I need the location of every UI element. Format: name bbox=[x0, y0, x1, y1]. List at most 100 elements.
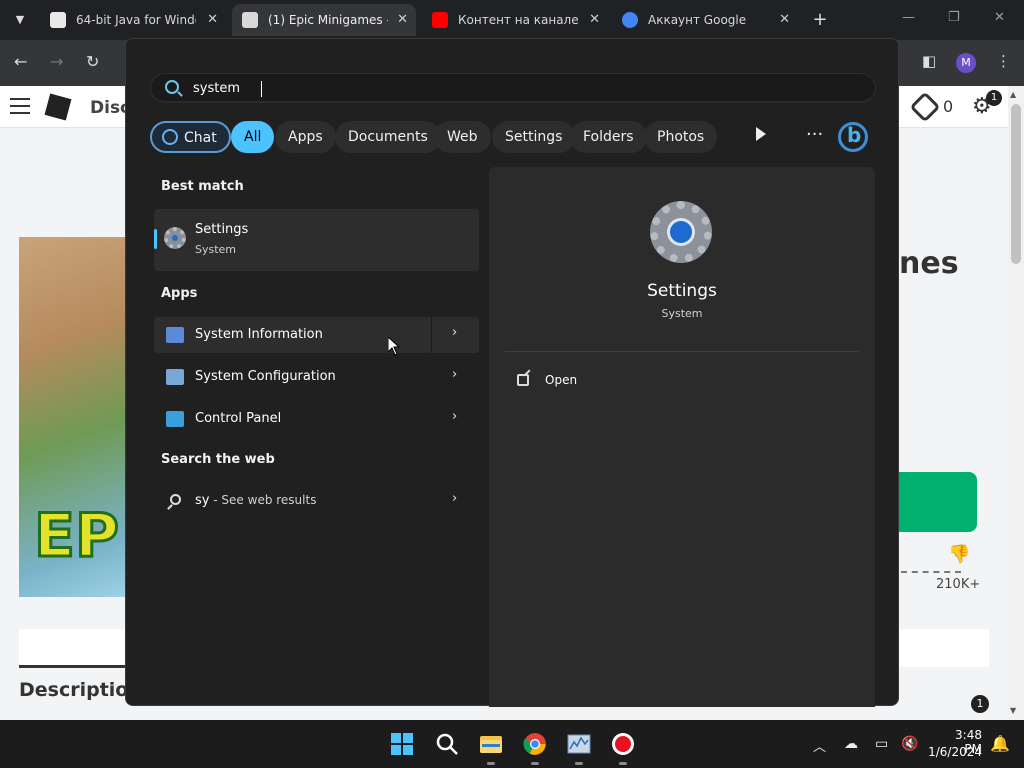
tab-title: (1) Epic Minigames - R bbox=[268, 13, 388, 27]
more-filters-play-icon[interactable] bbox=[756, 127, 766, 141]
restore-icon[interactable]: ❐ bbox=[948, 10, 960, 25]
tab-java[interactable]: 64-bit Java for Window ✕ bbox=[40, 4, 226, 36]
search-input[interactable] bbox=[193, 78, 853, 98]
search-icon[interactable] bbox=[435, 732, 459, 756]
roblox-logo-icon[interactable] bbox=[44, 93, 72, 121]
filter-label: Web bbox=[447, 129, 478, 145]
browser-tab-strip: ▼ 64-bit Java for Window ✕ (1) Epic Mini… bbox=[0, 0, 1024, 40]
running-indicator bbox=[531, 762, 539, 765]
filter-label: Apps bbox=[288, 129, 323, 145]
tab-close-icon[interactable]: ✕ bbox=[397, 4, 408, 36]
app-label: System Configuration bbox=[195, 369, 336, 384]
tab-epic-minigames[interactable]: (1) Epic Minigames - R ✕ bbox=[232, 4, 416, 36]
scroll-down-icon[interactable]: ▼ bbox=[1010, 706, 1016, 715]
app-label: Control Panel bbox=[195, 411, 282, 426]
hamburger-menu-icon[interactable] bbox=[10, 98, 30, 114]
filter-apps[interactable]: Apps bbox=[275, 121, 336, 153]
chevron-right-icon[interactable]: › bbox=[452, 325, 457, 340]
tab-title: Контент на канале - Y bbox=[458, 13, 578, 27]
clock-date[interactable]: 1/6/2024 bbox=[928, 745, 982, 759]
scrollbar-thumb[interactable] bbox=[1011, 104, 1021, 264]
running-indicator bbox=[487, 762, 495, 765]
tab-youtube[interactable]: Контент на канале - Y ✕ bbox=[422, 4, 608, 36]
thumbs-down-icon[interactable]: 👎 bbox=[948, 544, 970, 565]
filter-label: Settings bbox=[505, 129, 563, 145]
search-web-heading: Search the web bbox=[161, 452, 275, 467]
system-information-icon bbox=[166, 327, 184, 343]
chrome-icon[interactable] bbox=[523, 732, 547, 756]
resource-monitor-icon[interactable] bbox=[567, 732, 591, 756]
rating-bar bbox=[901, 571, 961, 573]
scroll-up-icon[interactable]: ▲ bbox=[1010, 90, 1016, 99]
filter-label: Chat bbox=[184, 130, 217, 146]
windows-taskbar: ︿ ☁ ▭ 🔇 3:48 PM 1/6/2024 🔔 bbox=[0, 720, 1024, 768]
java-favicon-icon bbox=[50, 12, 66, 28]
play-button[interactable] bbox=[896, 472, 977, 532]
open-external-icon bbox=[517, 374, 529, 386]
onedrive-cloud-icon[interactable]: ☁ bbox=[844, 736, 858, 752]
windows-start-icon[interactable] bbox=[390, 732, 414, 756]
web-query-suffix: - See web results bbox=[209, 493, 317, 507]
reload-icon[interactable]: ↻ bbox=[86, 52, 99, 71]
row-divider bbox=[431, 317, 432, 353]
open-action[interactable]: Open bbox=[505, 367, 859, 395]
filter-label: Documents bbox=[348, 129, 428, 145]
vote-count: 210K+ bbox=[936, 577, 981, 592]
app-result-system-configuration[interactable]: System Configuration › bbox=[154, 359, 479, 395]
youtube-favicon-icon bbox=[432, 12, 448, 28]
new-tab-plus-icon[interactable]: + bbox=[808, 8, 832, 32]
text-caret bbox=[261, 81, 262, 97]
tab-close-icon[interactable]: ✕ bbox=[589, 4, 600, 36]
filter-folders[interactable]: Folders bbox=[570, 121, 647, 153]
more-options-icon[interactable]: ··· bbox=[806, 121, 823, 149]
back-arrow-icon[interactable]: ← bbox=[14, 52, 27, 71]
screen-recorder-icon[interactable] bbox=[611, 732, 635, 756]
bing-icon[interactable] bbox=[838, 122, 868, 152]
filter-chat[interactable]: Chat bbox=[150, 121, 231, 153]
filter-photos[interactable]: Photos bbox=[644, 121, 718, 153]
tab-close-icon[interactable]: ✕ bbox=[779, 4, 790, 36]
minimize-icon[interactable]: — bbox=[902, 10, 915, 25]
notification-bell-icon[interactable]: 🔔 bbox=[990, 734, 1010, 753]
web-search-result[interactable]: sy - See web results › bbox=[154, 483, 479, 519]
roblox-favicon-icon bbox=[242, 12, 258, 28]
filter-settings[interactable]: Settings bbox=[492, 121, 576, 153]
chevron-right-icon[interactable]: › bbox=[452, 409, 457, 424]
profile-avatar[interactable]: M bbox=[956, 53, 976, 73]
file-explorer-icon[interactable] bbox=[479, 732, 503, 756]
filter-label: Photos bbox=[657, 129, 705, 145]
volume-muted-icon[interactable]: 🔇 bbox=[901, 736, 918, 752]
forward-arrow-icon[interactable]: → bbox=[50, 52, 63, 71]
web-query: sy - See web results bbox=[195, 493, 316, 508]
best-match-result[interactable]: Settings System bbox=[154, 209, 479, 271]
filter-documents[interactable]: Documents bbox=[335, 121, 441, 153]
tab-close-icon[interactable]: ✕ bbox=[207, 4, 218, 36]
chevron-right-icon[interactable]: › bbox=[452, 367, 457, 382]
preview-pane: Settings System Open bbox=[489, 167, 875, 707]
active-tab-underline bbox=[19, 665, 129, 668]
result-subtitle: System bbox=[195, 243, 237, 256]
thumbnail-logo-text: EP bbox=[33, 500, 121, 573]
bing-chat-icon bbox=[162, 129, 178, 145]
open-label: Open bbox=[545, 373, 578, 387]
preview-divider bbox=[505, 351, 859, 352]
search-filters: Chat All Apps Documents Web Settings Fol… bbox=[150, 121, 880, 153]
chevron-right-icon[interactable]: › bbox=[452, 491, 457, 506]
app-result-control-panel[interactable]: Control Panel › bbox=[154, 401, 479, 437]
app-result-system-information[interactable]: System Information › bbox=[154, 317, 479, 353]
best-match-heading: Best match bbox=[161, 179, 244, 194]
chevron-up-icon[interactable]: ︿ bbox=[813, 736, 826, 755]
filter-web[interactable]: Web bbox=[434, 121, 491, 153]
tab-search-chevron-icon[interactable]: ▼ bbox=[8, 8, 32, 32]
side-panel-icon[interactable]: ◧ bbox=[922, 52, 936, 70]
chat-count-badge[interactable]: 1 bbox=[971, 695, 989, 713]
close-window-icon[interactable]: ✕ bbox=[994, 10, 1005, 25]
robux-icon[interactable] bbox=[909, 91, 941, 123]
network-icon[interactable]: ▭ bbox=[875, 736, 888, 752]
filter-all[interactable]: All bbox=[231, 121, 275, 153]
filter-label: All bbox=[244, 129, 262, 145]
settings-gear-icon bbox=[164, 227, 186, 249]
kebab-menu-icon[interactable]: ⋮ bbox=[996, 52, 1011, 70]
search-box[interactable] bbox=[150, 73, 876, 103]
tab-google-account[interactable]: Аккаунт Google ✕ bbox=[612, 4, 798, 36]
